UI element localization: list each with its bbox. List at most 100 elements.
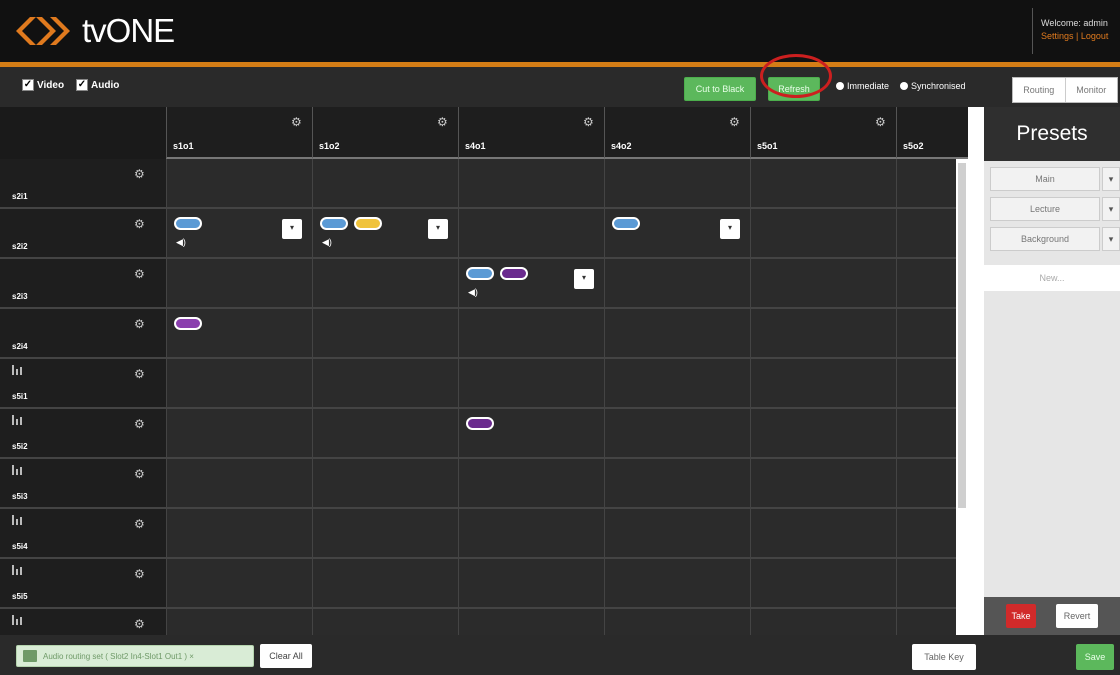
routing-cell[interactable] xyxy=(458,309,604,359)
routing-cell[interactable] xyxy=(312,159,458,209)
routing-cell[interactable] xyxy=(750,609,896,635)
routing-cell[interactable] xyxy=(166,459,312,509)
routing-cell[interactable] xyxy=(896,459,956,509)
save-button[interactable]: Save xyxy=(1076,644,1114,670)
video-route-pill[interactable] xyxy=(174,217,202,230)
gear-icon[interactable]: ⚙ xyxy=(134,567,145,581)
routing-cell[interactable] xyxy=(750,459,896,509)
routing-cell[interactable] xyxy=(166,609,312,635)
routing-cell[interactable] xyxy=(312,359,458,409)
column-header[interactable]: ⚙ s4o1 xyxy=(458,107,604,159)
gear-icon[interactable]: ⚙ xyxy=(875,115,886,129)
routing-cell[interactable] xyxy=(604,409,750,459)
cell-dropdown-button[interactable]: ▾ xyxy=(428,219,448,239)
routing-cell[interactable] xyxy=(896,559,956,609)
audio-checkbox[interactable]: ✓ Audio xyxy=(76,79,119,91)
routing-cell[interactable] xyxy=(604,559,750,609)
tab-monitor[interactable]: Monitor xyxy=(1066,78,1118,102)
column-header[interactable]: s5o2 xyxy=(896,107,968,159)
routing-cell[interactable] xyxy=(896,609,956,635)
routing-cell[interactable] xyxy=(896,159,956,209)
routing-cell[interactable] xyxy=(604,609,750,635)
row-header[interactable]: ⚙ s5i5 xyxy=(0,559,166,609)
routing-cell[interactable] xyxy=(604,309,750,359)
routing-cell[interactable] xyxy=(896,409,956,459)
row-header[interactable]: ⚙ s2i3 xyxy=(0,259,166,309)
routing-cell[interactable] xyxy=(458,509,604,559)
synchronised-radio[interactable]: Synchronised xyxy=(900,81,966,91)
routing-cell[interactable] xyxy=(458,459,604,509)
routing-cell[interactable] xyxy=(896,509,956,559)
routing-cell[interactable] xyxy=(312,509,458,559)
routing-cell[interactable] xyxy=(896,359,956,409)
purple-route-pill[interactable] xyxy=(174,317,202,330)
routing-cell[interactable] xyxy=(312,259,458,309)
column-header[interactable]: ⚙ s4o2 xyxy=(604,107,750,159)
routing-cell[interactable] xyxy=(166,409,312,459)
row-header[interactable]: ⚙ s2i1 xyxy=(0,159,166,209)
gear-icon[interactable]: ⚙ xyxy=(291,115,302,129)
routing-cell[interactable] xyxy=(896,259,956,309)
gear-icon[interactable]: ⚙ xyxy=(134,217,145,231)
gear-icon[interactable]: ⚙ xyxy=(134,317,145,331)
gear-icon[interactable]: ⚙ xyxy=(729,115,740,129)
routing-cell[interactable] xyxy=(312,609,458,635)
video-checkbox[interactable]: ✓ Video xyxy=(22,79,64,91)
revert-button[interactable]: Revert xyxy=(1056,604,1098,628)
routing-cell[interactable] xyxy=(312,459,458,509)
routing-cell[interactable] xyxy=(166,559,312,609)
video-route-pill[interactable] xyxy=(466,267,494,280)
settings-link[interactable]: Settings xyxy=(1041,31,1074,41)
routing-cell[interactable] xyxy=(458,159,604,209)
routing-cell[interactable] xyxy=(750,209,896,259)
scroll-thumb[interactable] xyxy=(958,163,966,508)
routing-cell[interactable] xyxy=(166,509,312,559)
chevron-down-icon[interactable]: ▾ xyxy=(1102,197,1120,221)
chevron-down-icon[interactable]: ▾ xyxy=(1102,167,1120,191)
gear-icon[interactable]: ⚙ xyxy=(134,367,145,381)
gear-icon[interactable]: ⚙ xyxy=(583,115,594,129)
row-header[interactable]: ⚙ s5i2 xyxy=(0,409,166,459)
row-header[interactable]: ⚙ s2i4 xyxy=(0,309,166,359)
gear-icon[interactable]: ⚙ xyxy=(134,417,145,431)
routing-cell[interactable] xyxy=(896,309,956,359)
routing-cell[interactable] xyxy=(750,409,896,459)
gear-icon[interactable]: ⚙ xyxy=(134,167,145,181)
grid-scrollbar[interactable] xyxy=(956,159,968,635)
routing-cell[interactable] xyxy=(458,359,604,409)
routing-cell[interactable] xyxy=(604,509,750,559)
audio-route-pill[interactable] xyxy=(354,217,382,230)
routing-cell[interactable] xyxy=(750,359,896,409)
row-header[interactable]: ⚙ xyxy=(0,609,166,635)
routing-cell[interactable] xyxy=(458,209,604,259)
routing-cell[interactable] xyxy=(166,259,312,309)
cell-dropdown-button[interactable]: ▾ xyxy=(574,269,594,289)
logout-link[interactable]: Logout xyxy=(1081,31,1109,41)
routing-cell[interactable] xyxy=(604,159,750,209)
row-header[interactable]: ⚙ s5i1 xyxy=(0,359,166,409)
routing-cell[interactable] xyxy=(312,409,458,459)
column-header[interactable]: ⚙ s1o1 xyxy=(166,107,312,159)
routing-cell[interactable] xyxy=(750,559,896,609)
take-button[interactable]: Take xyxy=(1006,604,1036,628)
routing-cell[interactable] xyxy=(750,259,896,309)
routing-cell[interactable] xyxy=(604,459,750,509)
cut-to-black-button[interactable]: Cut to Black xyxy=(684,77,756,101)
purple-route-pill[interactable] xyxy=(500,267,528,280)
row-header[interactable]: ⚙ s5i4 xyxy=(0,509,166,559)
video-route-pill[interactable] xyxy=(612,217,640,230)
new-preset-input[interactable]: New... xyxy=(984,265,1120,291)
routing-cell[interactable] xyxy=(312,559,458,609)
gear-icon[interactable]: ⚙ xyxy=(437,115,448,129)
gear-icon[interactable]: ⚙ xyxy=(134,467,145,481)
gear-icon[interactable]: ⚙ xyxy=(134,517,145,531)
routing-cell[interactable] xyxy=(604,359,750,409)
routing-cell[interactable] xyxy=(458,559,604,609)
column-header[interactable]: ⚙ s5o1 xyxy=(750,107,896,159)
purple-route-pill[interactable] xyxy=(466,417,494,430)
status-notice[interactable]: Audio routing set ( Slot2 In4-Slot1 Out1… xyxy=(16,645,254,667)
preset-main[interactable]: Main xyxy=(990,167,1100,191)
routing-cell[interactable] xyxy=(750,159,896,209)
routing-cell[interactable] xyxy=(166,359,312,409)
routing-cell[interactable] xyxy=(750,309,896,359)
